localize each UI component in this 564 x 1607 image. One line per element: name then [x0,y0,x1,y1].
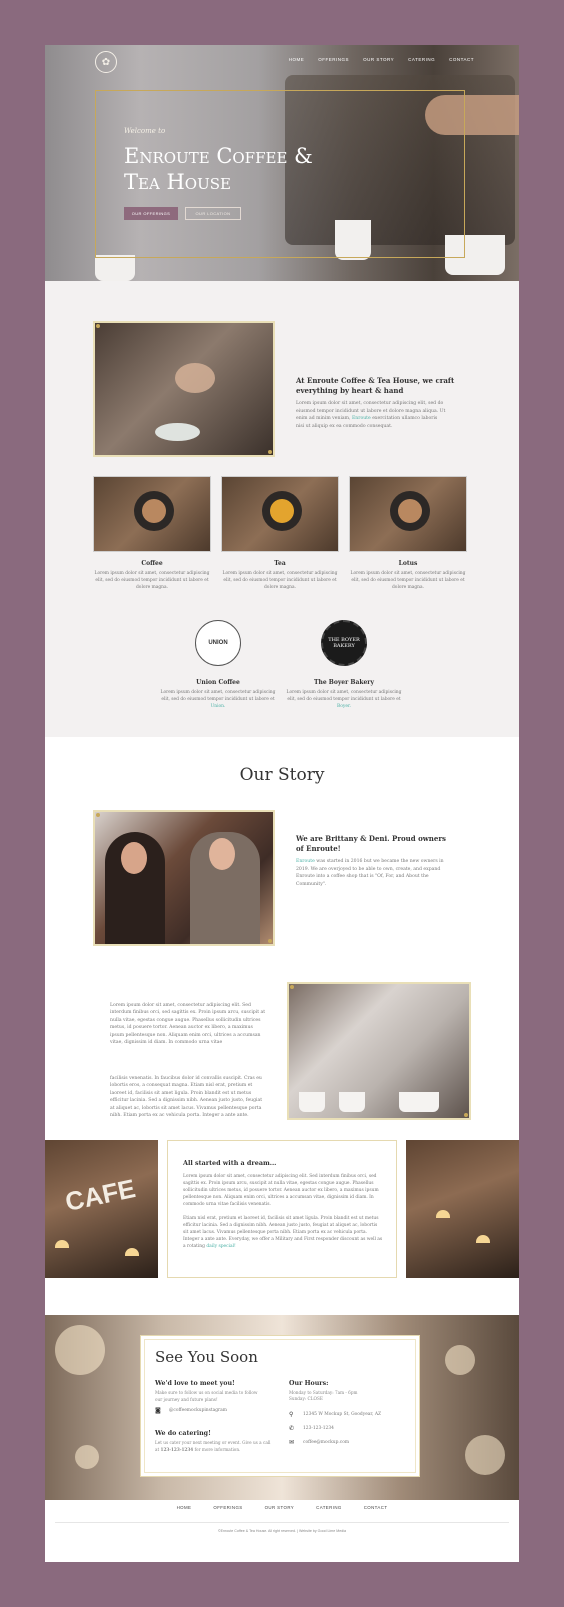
product-name-coffee: Coffee [141,560,163,567]
email-address[interactable]: coffee@mockup.com [303,1440,349,1445]
nav-catering[interactable]: CATERING [408,57,435,62]
dream-paragraph-2: Etiam nisl erat, pretium et laoreet id, … [183,1216,383,1249]
catering-heading: We do catering! [155,1430,211,1437]
footer-nav-offerings[interactable]: OFFERINGS [213,1505,242,1510]
dream-text-box: All started with a dream... Lorem ipsum … [167,1140,397,1278]
phone-icon: ✆ [289,1425,295,1432]
union-link[interactable]: Union. [211,704,226,709]
latte-art-photo [93,321,275,457]
footer-nav-our-story[interactable]: OUR STORY [265,1505,295,1510]
instagram-icon[interactable]: ◙ [155,1407,161,1414]
nav-contact[interactable]: CONTACT [449,57,474,62]
our-location-button[interactable]: OUR LOCATION [185,207,241,220]
logo-icon[interactable]: ✿ [95,51,117,73]
partner-name-boyer: The Boyer Bakery [314,679,374,686]
nav-our-story[interactable]: OUR STORY [363,57,394,62]
owners-heading: We are Brittany & Deni. Proud owners of … [296,834,446,853]
product-name-lotus: Lotus [398,560,418,567]
footer-nav-catering[interactable]: CATERING [316,1505,342,1510]
product-name-tea: Tea [274,560,286,567]
espresso-pour-photo [287,982,471,1120]
dream-heading: All started with a dream... [183,1159,277,1167]
email-icon: ✉ [289,1439,295,1446]
partner-name-union: Union Coffee [196,679,240,686]
owners-body: Enroute was started in 2016 but we becam… [296,859,444,887]
owners-photo [93,810,275,946]
cafe-sign-photo-left: CAFE [45,1140,158,1278]
union-coffee-logo: UNION [195,620,241,666]
dream-paragraph-1: Lorem ipsum dolor sit amet, consectetur … [183,1174,379,1207]
product-desc-lotus: Lorem ipsum dolor sit amet, consectetur … [350,571,466,590]
nav-home[interactable]: HOME [289,57,305,62]
boyer-link[interactable]: Boyer. [337,704,351,709]
address[interactable]: 12345 W Mockup St, Goodyear, AZ [303,1412,381,1417]
our-story-title: Our Story [239,765,325,785]
cafe-sign-photo-right [406,1140,519,1278]
daily-special-link[interactable]: daily special! [206,1244,235,1249]
map-pin-icon: ⚲ [289,1411,294,1418]
product-desc-tea: Lorem ipsum dolor sit amet, consectetur … [222,571,338,590]
meet-text: Make sure to follow us on social media t… [155,1390,258,1402]
footer-nav-home[interactable]: HOME [177,1505,192,1510]
boyer-bakery-logo: THE BOYER BAKERY [321,620,367,666]
footer-divider [55,1522,509,1523]
hours-heading: Our Hours: [289,1380,329,1387]
hero-section: ✿ HOME OFFERINGS OUR STORY CATERING CONT… [45,45,519,281]
page: ✿ HOME OFFERINGS OUR STORY CATERING CONT… [45,45,519,1562]
intro-heading: At Enroute Coffee & Tea House, we craft … [296,376,455,395]
nav-offerings[interactable]: OFFERINGS [318,57,349,62]
footer-nav-contact[interactable]: CONTACT [364,1505,388,1510]
enroute-link[interactable]: Enroute [352,416,371,421]
partner-desc-boyer: Lorem ipsum dolor sit amet, consectetur … [286,690,402,709]
catering-text: Let us cater your next meeting or event.… [155,1440,271,1452]
product-desc-coffee: Lorem ipsum dolor sit amet, consectetur … [94,571,210,590]
story-paragraph-1: Lorem ipsum dolor sit amet, consectetur … [110,1003,266,1046]
main-nav: HOME OFFERINGS OUR STORY CATERING CONTAC… [289,57,474,62]
lotus-photo [349,476,467,552]
our-offerings-button[interactable]: OUR OFFERINGS [124,207,178,220]
intro-section: At Enroute Coffee & Tea House, we craft … [45,281,519,737]
see-you-soon-title: See You Soon [155,1348,258,1366]
hours-sunday: Sunday: CLOSE [289,1396,323,1401]
footer-nav: HOME OFFERINGS OUR STORY CATERING CONTAC… [45,1505,519,1510]
tea-photo [221,476,339,552]
phone-number[interactable]: 123-123-1234 [303,1426,334,1431]
coffee-photo [93,476,211,552]
catering-phone[interactable]: 123-123-1234 [161,1447,194,1452]
instagram-handle[interactable]: @coffeemockupinstagram [169,1408,227,1413]
intro-body: Lorem ipsum dolor sit amet, consectetur … [296,401,446,429]
footer-copyright: ©Enroute Coffee & Tea House. All right r… [217,1529,347,1533]
hero-title: Enroute Coffee & Tea House [124,144,313,194]
hero-welcome: Welcome to [124,127,166,135]
cup-image [95,255,135,281]
partner-desc-union: Lorem ipsum dolor sit amet, consectetur … [160,690,276,709]
enroute-story-link[interactable]: Enroute [296,859,315,864]
contact-card: See You Soon We'd love to meet you! Make… [140,1335,420,1477]
meet-heading: We'd love to meet you! [155,1380,235,1387]
story-paragraph-2: facilisis venenatis. In faucibus dolor i… [110,1076,263,1119]
